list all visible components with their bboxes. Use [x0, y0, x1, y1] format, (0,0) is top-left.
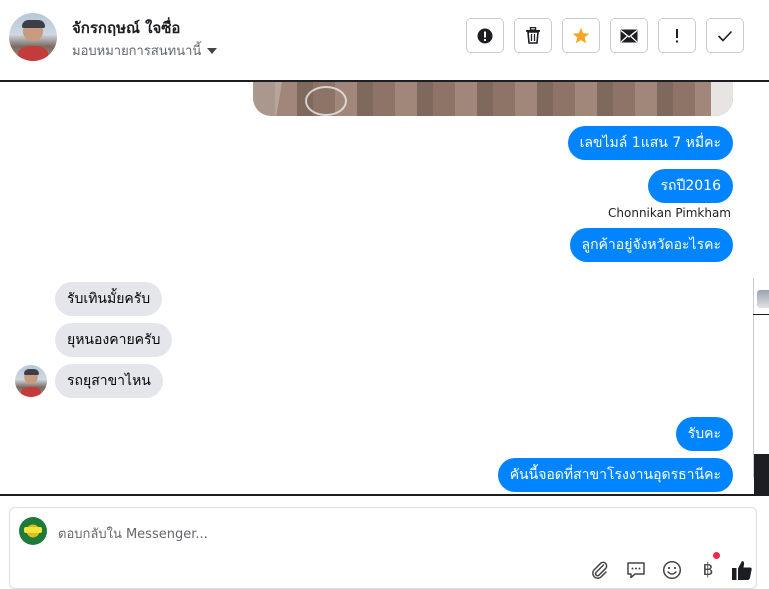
side-panel-edge — [753, 278, 769, 494]
envelope-icon — [620, 29, 638, 42]
mark-spam-button[interactable] — [466, 18, 504, 53]
trash-icon — [526, 27, 540, 44]
star-button[interactable] — [562, 18, 600, 53]
sender-name-label: Chonnikan Pimkham — [608, 206, 731, 220]
conversation-header: จักรกฤษณ์ ใจซื่อ มอบหมายการสนทนานี้ — [0, 0, 769, 82]
caret-down-icon — [207, 48, 218, 54]
emoji-icon — [662, 560, 682, 580]
contact-name[interactable]: จักรกฤษณ์ ใจซื่อ — [72, 16, 180, 40]
message-bubble-outgoing[interactable]: รถปี2016 — [648, 169, 733, 203]
send-like-button[interactable] — [730, 558, 754, 582]
payment-button[interactable]: ฿ — [696, 558, 720, 582]
divider — [0, 494, 769, 496]
paperclip-icon — [592, 561, 608, 579]
assign-conversation-dropdown[interactable]: มอบหมายการสนทนานี้ — [72, 40, 218, 61]
attach-file-button[interactable] — [588, 558, 612, 582]
baht-payment-icon: ฿ — [702, 560, 714, 580]
divider — [753, 314, 769, 315]
message-thread[interactable]: เลขไมล์ 1แสน 7 หมื่คะ รถปี2016 Chonnikan… — [0, 82, 753, 494]
message-bubble-incoming[interactable]: รับเทินมั้ยครับ — [55, 282, 163, 316]
reply-input[interactable]: ตอบกลับใน Messenger... — [58, 523, 208, 544]
reply-composer: ตอบกลับใน Messenger... ฿ — [9, 507, 757, 589]
star-icon — [572, 27, 590, 44]
message-bubble-outgoing[interactable]: รับคะ — [675, 417, 733, 451]
contact-avatar-small — [15, 365, 47, 397]
shared-photo-attachment[interactable] — [253, 82, 733, 116]
message-bubble-outgoing[interactable]: เลขไมล์ 1แสน 7 หมื่คะ — [567, 126, 733, 160]
alert-circle-icon — [477, 28, 493, 43]
message-bubble-incoming[interactable]: ยุหนองคายครับ — [55, 323, 173, 357]
thumbs-up-icon — [732, 561, 752, 580]
mark-unread-button[interactable] — [610, 18, 648, 53]
emoji-button[interactable] — [660, 558, 684, 582]
page-avatar — [19, 517, 47, 545]
follow-up-button[interactable] — [658, 18, 696, 53]
message-bubble-outgoing[interactable]: ลูกค้าอยู่จังหวัดอะไรคะ — [569, 228, 733, 262]
exclamation-icon — [676, 28, 678, 42]
contact-avatar[interactable] — [9, 13, 57, 61]
mark-done-button[interactable] — [706, 18, 744, 53]
notification-dot — [713, 552, 720, 559]
assign-conversation-label: มอบหมายการสนทนานี้ — [72, 44, 202, 59]
checkmark-icon — [717, 30, 733, 42]
message-bubble-incoming[interactable]: รถยุสาขาไหน — [55, 364, 163, 398]
saved-replies-icon — [627, 562, 645, 579]
delete-button[interactable] — [514, 18, 552, 53]
message-bubble-outgoing[interactable]: คันนี้จอดที่สาขาโรงงานอุดรธานีคะ — [497, 458, 733, 492]
saved-replies-button[interactable] — [624, 558, 648, 582]
